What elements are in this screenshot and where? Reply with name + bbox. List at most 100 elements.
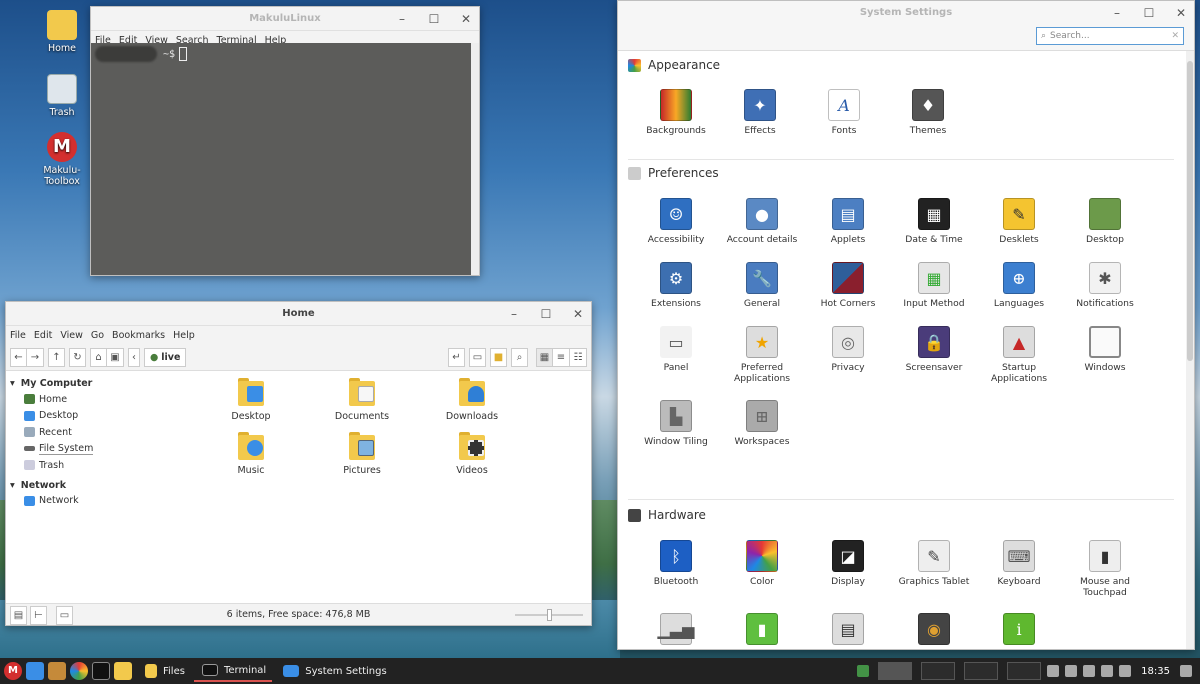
computer-nav-button[interactable]: ▣ xyxy=(107,348,124,367)
user-menu-icon[interactable] xyxy=(1180,665,1192,677)
settings-item-color[interactable]: Color xyxy=(719,540,805,587)
workspace-3[interactable] xyxy=(964,662,999,680)
menu-view[interactable]: View xyxy=(60,330,83,341)
sidebar-item-desktop[interactable]: Desktop xyxy=(6,408,186,425)
new-folder-icon[interactable]: ■ xyxy=(490,348,507,367)
forward-button[interactable]: → xyxy=(27,348,44,367)
sidebar-item-home[interactable]: Home xyxy=(6,391,186,408)
settings-item-window-tiling[interactable]: ▙ Window Tiling xyxy=(633,400,719,447)
workspace-1[interactable] xyxy=(878,662,913,680)
settings-item-accessibility[interactable]: ☺ Accessibility xyxy=(633,198,719,245)
folder-documents[interactable]: Documents xyxy=(317,378,407,422)
menu-edit[interactable]: Edit xyxy=(34,330,52,341)
zoom-slider-knob[interactable] xyxy=(547,609,552,621)
search-icon[interactable]: ⌕ xyxy=(511,348,528,367)
folder-music[interactable]: Music xyxy=(206,432,296,476)
sidebar-item-network[interactable]: Network xyxy=(6,493,186,510)
workspace-4[interactable] xyxy=(1007,662,1042,680)
power-icon[interactable] xyxy=(1119,665,1132,677)
maximize-icon[interactable]: ☐ xyxy=(427,12,441,26)
settings-item-workspaces[interactable]: ⊞ Workspaces xyxy=(719,400,805,447)
minimize-icon[interactable]: – xyxy=(1110,6,1124,20)
maximize-icon[interactable]: ☐ xyxy=(539,307,553,321)
system-settings-window[interactable]: System Settings – ☐ ✕ ⌕ Search... ✕ Appe… xyxy=(617,0,1195,650)
desktop-icon-home[interactable]: Home xyxy=(30,10,94,54)
icon-view-button[interactable]: ▦ xyxy=(536,348,553,367)
minimize-icon[interactable]: – xyxy=(395,12,409,26)
clear-search-icon[interactable]: ✕ xyxy=(1171,31,1179,41)
path-segment-live[interactable]: ● live xyxy=(144,348,187,367)
settings-item-account-details[interactable]: ● Account details xyxy=(719,198,805,245)
up-button[interactable]: ↑ xyxy=(48,348,65,367)
folder-pictures[interactable]: Pictures xyxy=(317,432,407,476)
terminal-launcher-icon[interactable] xyxy=(92,662,110,680)
settings-scrollbar-thumb[interactable] xyxy=(1187,61,1193,361)
settings-item-preferred-applications[interactable]: ★ Preferred Applications xyxy=(719,326,805,384)
home-nav-button[interactable]: ⌂ xyxy=(90,348,107,367)
sidebar-header-network[interactable]: ▾ Network xyxy=(6,478,186,493)
desktop-icon-trash[interactable]: Trash xyxy=(30,74,94,118)
settings-item-extensions[interactable]: ⚙ Extensions xyxy=(633,262,719,309)
settings-item-applets[interactable]: ▤ Applets xyxy=(805,198,891,245)
folder-videos[interactable]: Videos xyxy=(427,432,517,476)
task-terminal[interactable]: Terminal xyxy=(193,660,273,682)
settings-item-effects[interactable]: ✦ Effects xyxy=(717,89,803,136)
compact-view-button[interactable]: ☷ xyxy=(570,348,587,367)
settings-titlebar[interactable]: System Settings – ☐ ✕ xyxy=(618,1,1194,23)
sidebar-item-trash[interactable]: Trash xyxy=(6,457,186,474)
browser-icon[interactable] xyxy=(70,662,88,680)
close-icon[interactable]: ✕ xyxy=(1174,6,1188,20)
menu-help[interactable]: Help xyxy=(173,330,195,341)
settings-item-mouse-touchpad[interactable]: ▮ Mouse and Touchpad xyxy=(1062,540,1148,598)
desktop-icon-makulu-toolbox[interactable]: M Makulu-Toolbox xyxy=(30,132,94,187)
task-system-settings[interactable]: System Settings xyxy=(275,660,392,682)
settings-item-keyboard[interactable]: ⌨ Keyboard xyxy=(976,540,1062,587)
settings-item-windows[interactable]: Windows xyxy=(1062,326,1148,373)
sidebar-item-recent[interactable]: Recent xyxy=(6,424,186,441)
settings-item-display[interactable]: ◪ Display xyxy=(805,540,891,587)
toggle-location-icon[interactable]: ↵ xyxy=(448,348,465,367)
list-view-button[interactable]: ≡ xyxy=(553,348,570,367)
search-input[interactable]: ⌕ Search... ✕ xyxy=(1036,27,1184,45)
clock[interactable]: 18:35 xyxy=(1141,666,1170,677)
settings-scrollbar[interactable] xyxy=(1186,51,1194,649)
menu-go[interactable]: Go xyxy=(91,330,104,341)
files-titlebar[interactable]: Home – ☐ ✕ xyxy=(6,302,591,326)
maximize-icon[interactable]: ☐ xyxy=(1142,6,1156,20)
terminal-scrollbar[interactable] xyxy=(471,43,479,275)
zoom-slider[interactable] xyxy=(515,609,583,621)
screenshot-icon[interactable] xyxy=(1065,665,1078,677)
settings-item-notifications[interactable]: ✱ Notifications xyxy=(1062,262,1148,309)
settings-item-languages[interactable]: ⊕ Languages xyxy=(976,262,1062,309)
task-files[interactable]: Files xyxy=(137,660,191,682)
settings-item-panel[interactable]: ▭ Panel xyxy=(633,326,719,373)
volume-icon[interactable] xyxy=(1083,665,1096,677)
settings-item-partial[interactable]: i xyxy=(976,613,1062,649)
open-terminal-icon[interactable]: ▭ xyxy=(469,348,486,367)
terminal-window[interactable]: MakuluLinux – ☐ ✕ File Edit View Search … xyxy=(90,6,480,276)
settings-item-hot-corners[interactable]: Hot Corners xyxy=(805,262,891,309)
terminal-titlebar[interactable]: MakuluLinux – ☐ ✕ xyxy=(91,7,479,31)
network-icon[interactable] xyxy=(1101,665,1114,677)
settings-item-privacy[interactable]: ◎ Privacy xyxy=(805,326,891,373)
terminal-screen[interactable]: ~$ xyxy=(91,43,471,275)
menu-bookmarks[interactable]: Bookmarks xyxy=(112,330,165,341)
update-icon[interactable] xyxy=(857,665,870,677)
removable-drive-icon[interactable] xyxy=(1047,665,1060,677)
settings-item-input-method[interactable]: ▦ Input Method xyxy=(891,262,977,309)
settings-item-backgrounds[interactable]: Backgrounds xyxy=(633,89,719,136)
settings-item-desklets[interactable]: ✎ Desklets xyxy=(976,198,1062,245)
settings-item-partial[interactable]: ▁▃▅ xyxy=(633,613,719,649)
settings-item-partial[interactable]: ◉ xyxy=(891,613,977,649)
files-launcher-icon[interactable] xyxy=(114,662,132,680)
close-icon[interactable]: ✕ xyxy=(459,12,473,26)
settings-item-general[interactable]: 🔧 General xyxy=(719,262,805,309)
settings-item-startup-applications[interactable]: ▲ Startup Applications xyxy=(976,326,1062,384)
sidebar-header-my-computer[interactable]: ▾ My Computer xyxy=(6,376,186,391)
menu-launcher-icon[interactable]: M xyxy=(4,662,22,680)
settings-item-date-time[interactable]: ▦ Date & Time xyxy=(891,198,977,245)
app-launcher-icon[interactable] xyxy=(48,662,66,680)
settings-item-desktop[interactable]: Desktop xyxy=(1062,198,1148,245)
folder-desktop[interactable]: Desktop xyxy=(206,378,296,422)
back-button[interactable]: ← xyxy=(10,348,27,367)
